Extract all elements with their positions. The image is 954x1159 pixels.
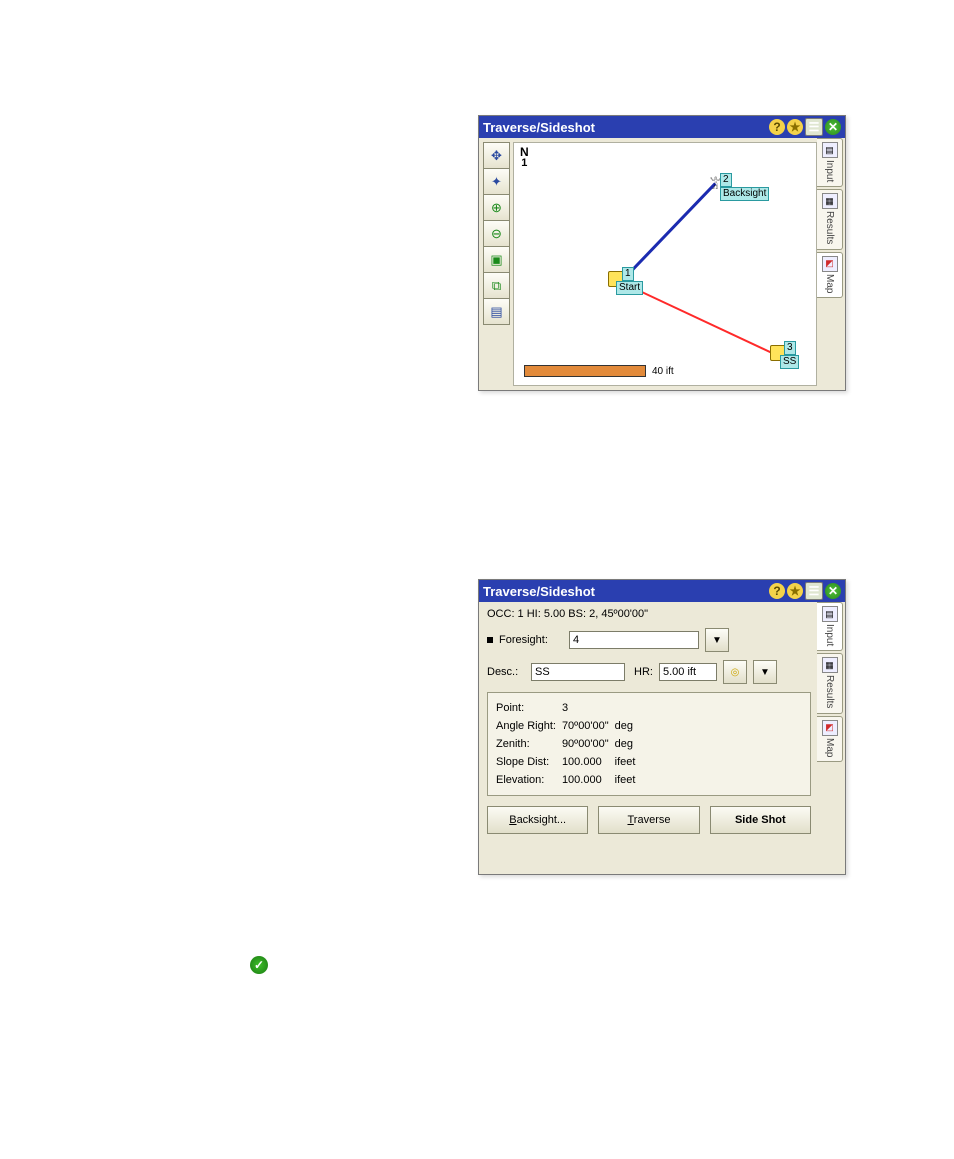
- tab-results[interactable]: ▦ Results: [817, 189, 843, 249]
- window-title: Traverse/Sideshot: [483, 120, 769, 135]
- foresight-input[interactable]: [569, 631, 699, 649]
- settings-icon[interactable]: ☰: [805, 118, 823, 136]
- point-1-number: 1: [622, 267, 634, 281]
- table-row: Angle Right:70º00'00"deg: [496, 717, 641, 735]
- table-row: Zenith:90º00'00"deg: [496, 735, 641, 753]
- help-icon[interactable]: ?: [769, 119, 785, 135]
- zoom-in-icon: ⊕: [491, 200, 502, 216]
- window-title: Traverse/Sideshot: [483, 584, 769, 599]
- tab-input[interactable]: ▤ Input: [817, 138, 843, 187]
- table-row: Slope Dist:100.000ifeet: [496, 753, 641, 771]
- table-icon: ▦: [822, 193, 838, 209]
- layers-button[interactable]: ▤: [483, 298, 510, 325]
- zoom-out-icon: ⊖: [491, 226, 502, 242]
- results-table: Point:3 Angle Right:70º00'00"deg Zenith:…: [496, 699, 641, 789]
- pan-button[interactable]: ✥: [483, 142, 510, 169]
- close-icon[interactable]: ✕: [825, 119, 841, 135]
- zoom-prev-icon: ⧉: [492, 278, 501, 294]
- close-icon[interactable]: ✕: [825, 583, 841, 599]
- layers-icon: ▤: [490, 304, 502, 320]
- check-icon: ✓: [250, 956, 268, 974]
- favorite-icon[interactable]: ★: [787, 119, 803, 135]
- map-toolstrip: ✥ ✦ ⊕ ⊖ ▣ ⧉ ▤: [483, 142, 510, 324]
- extents-button[interactable]: ✦: [483, 168, 510, 195]
- tab-map[interactable]: ◩ Map: [817, 252, 843, 298]
- table-row: Elevation:100.000ifeet: [496, 771, 641, 789]
- point-3-number: 3: [784, 341, 796, 355]
- desc-label: Desc.:: [487, 666, 525, 678]
- favorite-icon[interactable]: ★: [787, 583, 803, 599]
- form-icon: ▤: [822, 606, 838, 622]
- tab-input[interactable]: ▤ Input: [817, 602, 843, 651]
- extents-icon: ✦: [491, 174, 502, 190]
- sideshot-line: [621, 282, 780, 356]
- results-box: Point:3 Angle Right:70º00'00"deg Zenith:…: [487, 692, 811, 796]
- status-line: OCC: 1 HI: 5.00 BS: 2, 45º00'00": [487, 608, 811, 620]
- titlebar: Traverse/Sideshot ? ★ ☰ ✕: [479, 116, 845, 138]
- bullet-icon: [487, 637, 493, 643]
- hr-label: HR:: [631, 666, 653, 678]
- tab-map[interactable]: ◩ Map: [817, 716, 843, 762]
- hr-input[interactable]: [659, 663, 717, 681]
- point-2-label: Backsight: [720, 187, 769, 201]
- chart-icon: ◩: [822, 720, 838, 736]
- point-3-label: SS: [780, 355, 799, 369]
- form-icon: ▤: [822, 142, 838, 158]
- scale-rect: [524, 365, 646, 377]
- settings-icon[interactable]: ☰: [805, 582, 823, 600]
- chevron-down-icon: ▼: [712, 635, 722, 646]
- compass-sub: 1: [520, 157, 529, 169]
- traverse-map-window: Traverse/Sideshot ? ★ ☰ ✕ ✥ ✦ ⊕ ⊖ ▣ ⧉ ▤ …: [478, 115, 846, 391]
- compass-north: N 1: [520, 147, 529, 169]
- map-canvas[interactable]: N 1 1 Start 𓀠 2 Backsight 3 SS 40 ift: [513, 142, 817, 386]
- tab-results[interactable]: ▦ Results: [817, 653, 843, 713]
- zoom-out-button[interactable]: ⊖: [483, 220, 510, 247]
- backsight-button[interactable]: Backsight...: [487, 806, 588, 834]
- traverse-button[interactable]: Traverse: [598, 806, 699, 834]
- zoom-window-button[interactable]: ▣: [483, 246, 510, 273]
- desc-input[interactable]: [531, 663, 625, 681]
- zoom-in-button[interactable]: ⊕: [483, 194, 510, 221]
- chevron-down-icon: ▼: [760, 667, 770, 678]
- traverse-input-window: Traverse/Sideshot ? ★ ☰ ✕ OCC: 1 HI: 5.0…: [478, 579, 846, 875]
- table-row: Point:3: [496, 699, 641, 717]
- titlebar: Traverse/Sideshot ? ★ ☰ ✕: [479, 580, 845, 602]
- side-tabs: ▤ Input ▦ Results ◩ Map: [817, 602, 843, 870]
- chart-icon: ◩: [822, 256, 838, 272]
- backsight-line: [621, 183, 716, 282]
- hr-target-button[interactable]: ◎: [723, 660, 747, 684]
- north-arrow-icon: N: [520, 147, 529, 157]
- pan-icon: ✥: [491, 148, 502, 164]
- foresight-label: Foresight:: [499, 634, 563, 646]
- point-1-label: Start: [616, 281, 643, 295]
- zoom-prev-button[interactable]: ⧉: [483, 272, 510, 299]
- target-icon: ◎: [731, 667, 740, 678]
- scale-label: 40 ift: [652, 366, 674, 377]
- point-2-number: 2: [720, 173, 732, 187]
- help-icon[interactable]: ?: [769, 583, 785, 599]
- table-icon: ▦: [822, 657, 838, 673]
- zoom-window-icon: ▣: [490, 252, 502, 268]
- sideshot-button[interactable]: Side Shot: [710, 806, 811, 834]
- scale-bar: 40 ift: [524, 365, 674, 377]
- side-tabs: ▤ Input ▦ Results ◩ Map: [817, 138, 843, 386]
- hr-dropdown-button[interactable]: ▼: [753, 660, 777, 684]
- foresight-dropdown-button[interactable]: ▼: [705, 628, 729, 652]
